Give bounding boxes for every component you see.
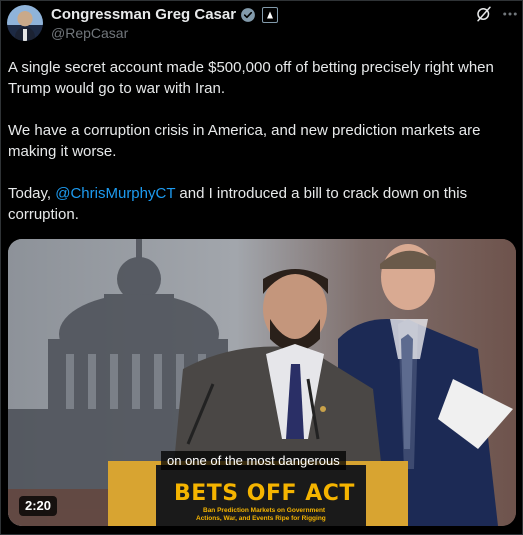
podium-sign-subtitle-1: Ban Prediction Markets on Government	[203, 507, 326, 514]
video-duration: 2:20	[19, 496, 58, 516]
tweet-paragraph-3-start: Today,	[8, 185, 56, 202]
author-handle[interactable]: @RepCasar	[51, 25, 128, 41]
podium-sign-title: BETS OFF ACT	[174, 481, 355, 506]
verified-badge-icon	[241, 7, 255, 22]
government-badge-icon	[262, 6, 279, 23]
avatar-tie	[23, 29, 27, 41]
mention-link[interactable]: @ChrisMurphyCT	[55, 185, 175, 202]
grok-icon[interactable]	[475, 5, 493, 23]
tweet-paragraph-3: Today, @ChrisMurphyCT and I introduced a…	[8, 183, 513, 225]
author-display-name[interactable]: Congressman Greg Casar	[51, 6, 236, 23]
tweet-paragraph-1: A single secret account made $500,000 of…	[8, 59, 494, 97]
tweet-text: A single secret account made $500,000 of…	[8, 57, 513, 246]
video-caption: on one of the most dangerous	[161, 451, 346, 470]
tweet-paragraph-2: We have a corruption crisis in America, …	[8, 122, 481, 160]
video-player[interactable]: on one of the most dangerous BETS OFF AC…	[8, 239, 516, 526]
tweet-card[interactable]: Congressman Greg Casar @RepCasar A singl…	[0, 0, 523, 535]
avatar[interactable]	[7, 5, 43, 41]
podium-sign-subtitle-2: Actions, War, and Events Ripe for Riggin…	[196, 515, 326, 522]
more-icon[interactable]	[501, 5, 519, 23]
author-name-row: Congressman Greg Casar	[51, 6, 279, 23]
